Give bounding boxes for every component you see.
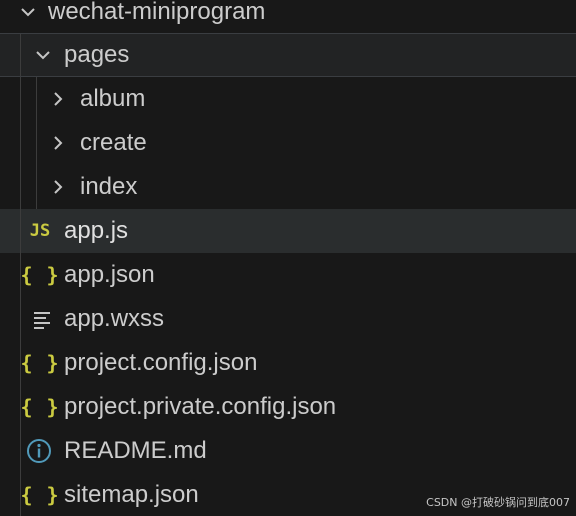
indent-guide <box>36 77 37 121</box>
json-braces-icon: { } <box>20 351 60 375</box>
chevron-down-icon <box>18 2 38 22</box>
file-explorer-tree: wechat-miniprogram pages album create in… <box>0 0 576 516</box>
tree-file-project-private-config-json[interactable]: { } project.private.config.json <box>0 385 576 429</box>
file-label: README.md <box>64 437 207 464</box>
folder-label: album <box>80 85 146 112</box>
file-label: project.private.config.json <box>64 393 337 420</box>
file-label: app.js <box>64 217 129 244</box>
folder-label: index <box>80 173 138 200</box>
lines-icon <box>28 305 56 333</box>
tree-folder-pages[interactable]: pages <box>0 33 576 77</box>
json-braces-icon: { } <box>20 395 60 419</box>
indent-guide <box>20 297 21 341</box>
js-icon: JS <box>29 221 51 241</box>
indent-guide <box>20 165 21 209</box>
watermark-text: CSDN @打破砂锅问到底007 <box>426 496 570 509</box>
chevron-down-icon <box>33 45 53 65</box>
tree-file-app-json[interactable]: { } app.json <box>0 253 576 297</box>
chevron-right-icon <box>48 177 68 197</box>
json-braces-icon: { } <box>20 483 60 507</box>
tree-folder-album[interactable]: album <box>0 77 576 121</box>
indent-guide <box>20 209 21 253</box>
folder-label: create <box>80 129 147 156</box>
indent-guide <box>20 77 21 121</box>
file-label: sitemap.json <box>64 481 199 508</box>
file-label: app.json <box>64 261 155 288</box>
tree-file-project-config-json[interactable]: { } project.config.json <box>0 341 576 385</box>
indent-guide <box>20 429 21 473</box>
file-label: project.config.json <box>64 349 258 376</box>
folder-label: pages <box>64 41 130 68</box>
folder-label: wechat-miniprogram <box>48 0 266 25</box>
chevron-right-icon <box>48 89 68 109</box>
tree-folder-wechat-miniprogram[interactable]: wechat-miniprogram <box>0 0 576 34</box>
tree-folder-create[interactable]: create <box>0 121 576 165</box>
file-label: app.wxss <box>64 305 165 332</box>
chevron-right-icon <box>48 133 68 153</box>
tree-file-readme-md[interactable]: README.md <box>0 429 576 473</box>
indent-guide <box>36 121 37 165</box>
tree-file-app-js[interactable]: JS app.js <box>0 209 576 253</box>
indent-guide <box>36 165 37 209</box>
info-icon <box>25 437 53 465</box>
indent-guide <box>20 121 21 165</box>
tree-file-app-wxss[interactable]: app.wxss <box>0 297 576 341</box>
json-braces-icon: { } <box>20 263 60 287</box>
tree-folder-index[interactable]: index <box>0 165 576 209</box>
indent-guide <box>20 34 21 76</box>
